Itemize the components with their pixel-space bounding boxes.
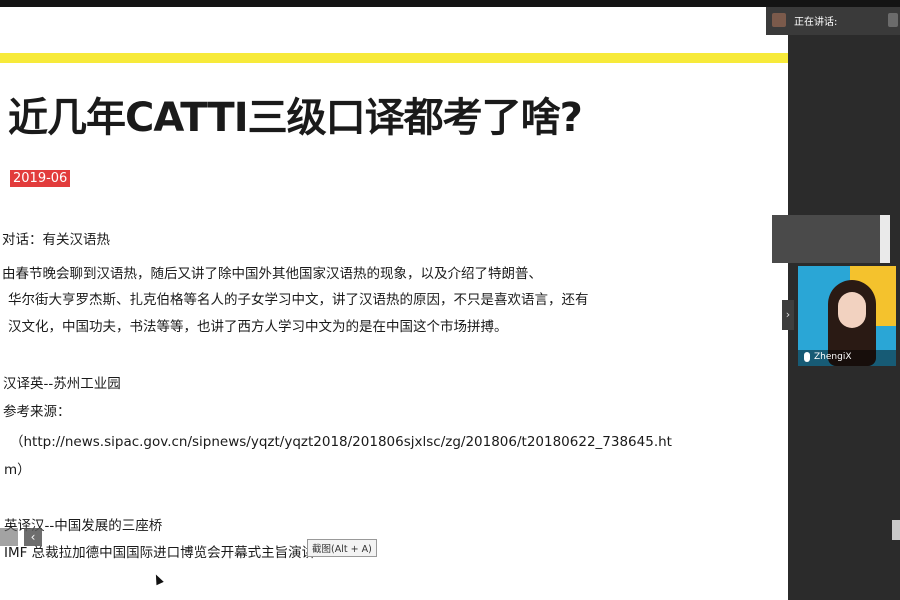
- video-name-strip: ZhengiX: [798, 350, 896, 366]
- body-line: 华尔街大亨罗杰斯、扎克伯格等名人的子女学习中文，讲了汉语热的原因，不只是喜欢语言…: [8, 292, 589, 308]
- panel-scroll-edge: [892, 520, 900, 540]
- speaking-label: 正在讲话:: [794, 17, 838, 28]
- previous-page-button[interactable]: ‹: [24, 528, 42, 546]
- section-dialogue-heading: 对话：有关汉语热: [2, 232, 110, 248]
- body-line: 由春节晚会聊到汉语热，随后又讲了除中国外其他国家汉语热的现象，以及介绍了特朗普、: [2, 266, 542, 282]
- reference-url-tail: m）: [4, 462, 31, 478]
- slide-body: 对话：有关汉语热 由春节晚会聊到汉语热，随后又讲了除中国外其他国家汉语热的现象，…: [0, 0, 672, 600]
- participant-video[interactable]: ZhengiX: [798, 266, 896, 366]
- panel-edge: [880, 215, 890, 263]
- collapse-panel-button[interactable]: ›: [782, 300, 794, 330]
- user-icon: [888, 13, 898, 27]
- video-face: [838, 292, 866, 328]
- speaker-avatar: [772, 13, 786, 27]
- reference-url[interactable]: （http://news.sipac.gov.cn/sipnews/yqzt/y…: [10, 430, 672, 450]
- body-line: IMF 总裁拉加德中国国际进口博览会开幕式主旨演讲: [4, 545, 316, 561]
- body-line: 汉文化，中国功夫，书法等等，也讲了西方人学习中文为的是在中国这个市场拼搏。: [8, 319, 508, 335]
- section-c2e-heading: 汉译英--苏州工业园: [3, 376, 121, 392]
- reference-label: 参考来源：: [3, 404, 71, 420]
- participant-name: ZhengiX: [814, 352, 852, 362]
- microphone-icon: [804, 352, 810, 362]
- screenshot-shortcut-tooltip: 截图(Alt + A): [307, 539, 377, 557]
- speaking-indicator: 正在讲话:: [766, 7, 900, 35]
- left-edge-handle: [0, 528, 18, 546]
- panel-toolbar: [772, 215, 890, 263]
